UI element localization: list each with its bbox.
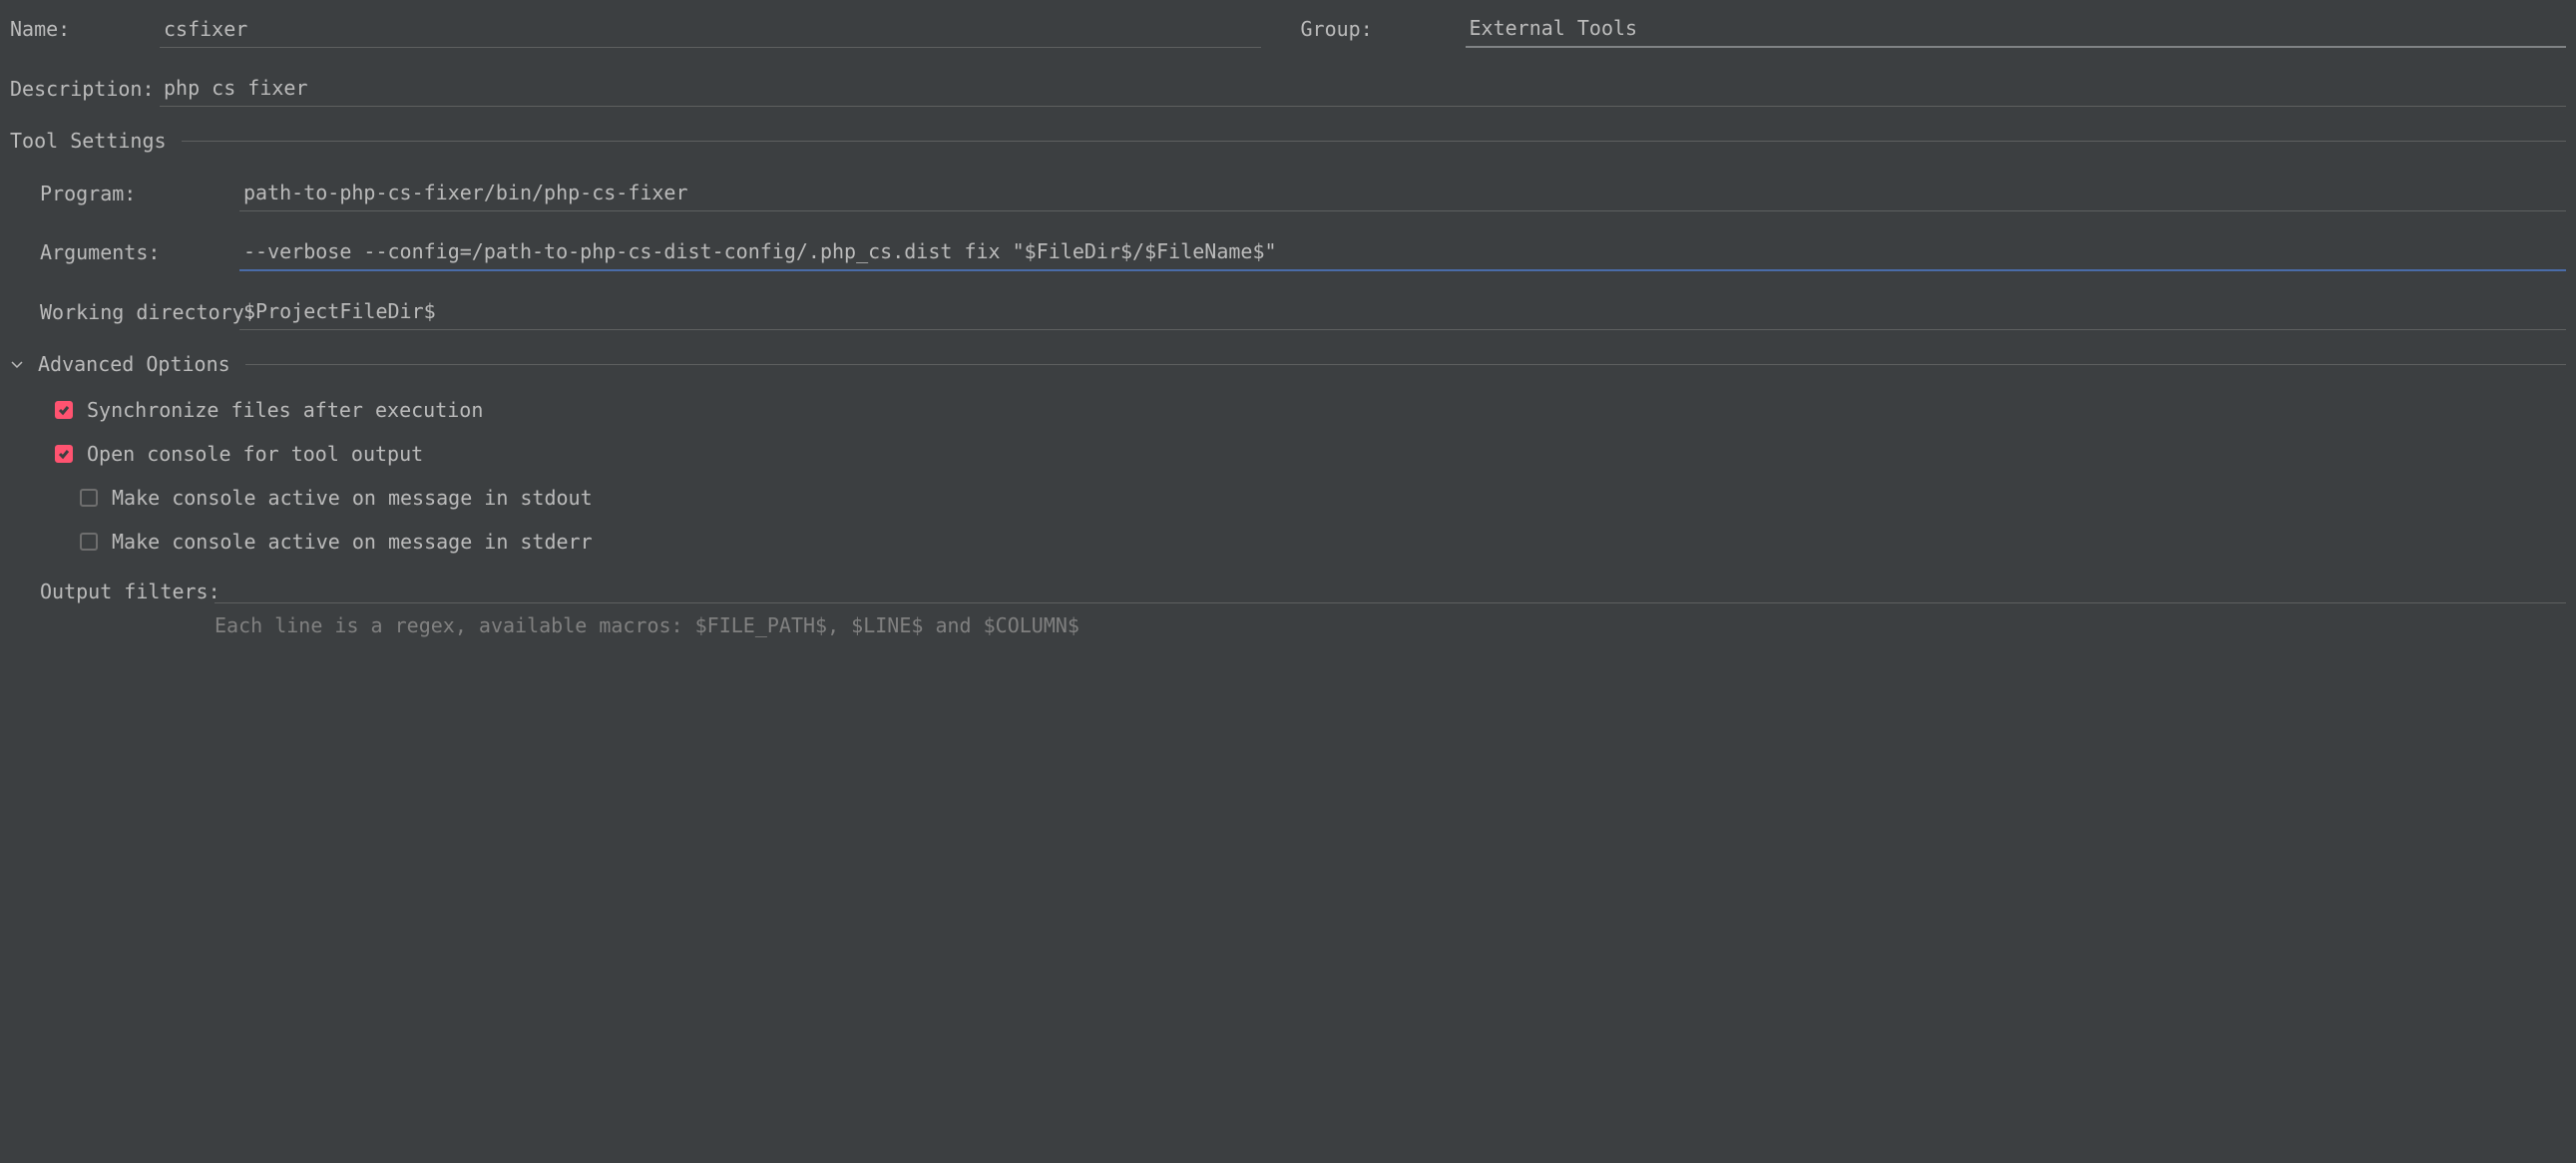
program-label: Program: [40,182,239,205]
group-label: Group: [1301,17,1451,41]
output-filters-input[interactable] [215,574,2566,603]
output-filters-label: Output filters: [40,574,215,603]
stderr-active-checkbox[interactable] [80,533,98,551]
arguments-label: Arguments: [40,240,239,264]
divider [245,364,2566,365]
stderr-active-label: Make console active on message in stderr [112,530,593,554]
description-label: Description: [10,77,160,101]
name-input[interactable] [160,11,1261,48]
name-label: Name: [10,17,160,41]
stdout-active-checkbox[interactable] [80,489,98,507]
divider [182,141,2566,142]
arguments-input[interactable] [239,233,2566,271]
description-input[interactable] [160,70,2566,107]
tool-settings-header: Tool Settings [10,129,2566,153]
group-input[interactable] [1466,10,2567,48]
working-directory-label: Working directory: [40,300,239,324]
tool-settings-title: Tool Settings [10,129,167,153]
advanced-options-toggle[interactable]: Advanced Options [10,352,2566,376]
sync-files-checkbox[interactable] [55,401,73,419]
program-input[interactable] [239,175,2566,211]
open-console-checkbox[interactable] [55,445,73,463]
output-filters-hint: Each line is a regex, available macros: … [215,613,2566,637]
stdout-active-label: Make console active on message in stdout [112,486,593,510]
chevron-down-icon [10,352,28,376]
working-directory-input[interactable] [239,293,2566,330]
open-console-label: Open console for tool output [87,442,423,466]
advanced-options-title: Advanced Options [38,352,230,376]
sync-files-label: Synchronize files after execution [87,398,483,422]
